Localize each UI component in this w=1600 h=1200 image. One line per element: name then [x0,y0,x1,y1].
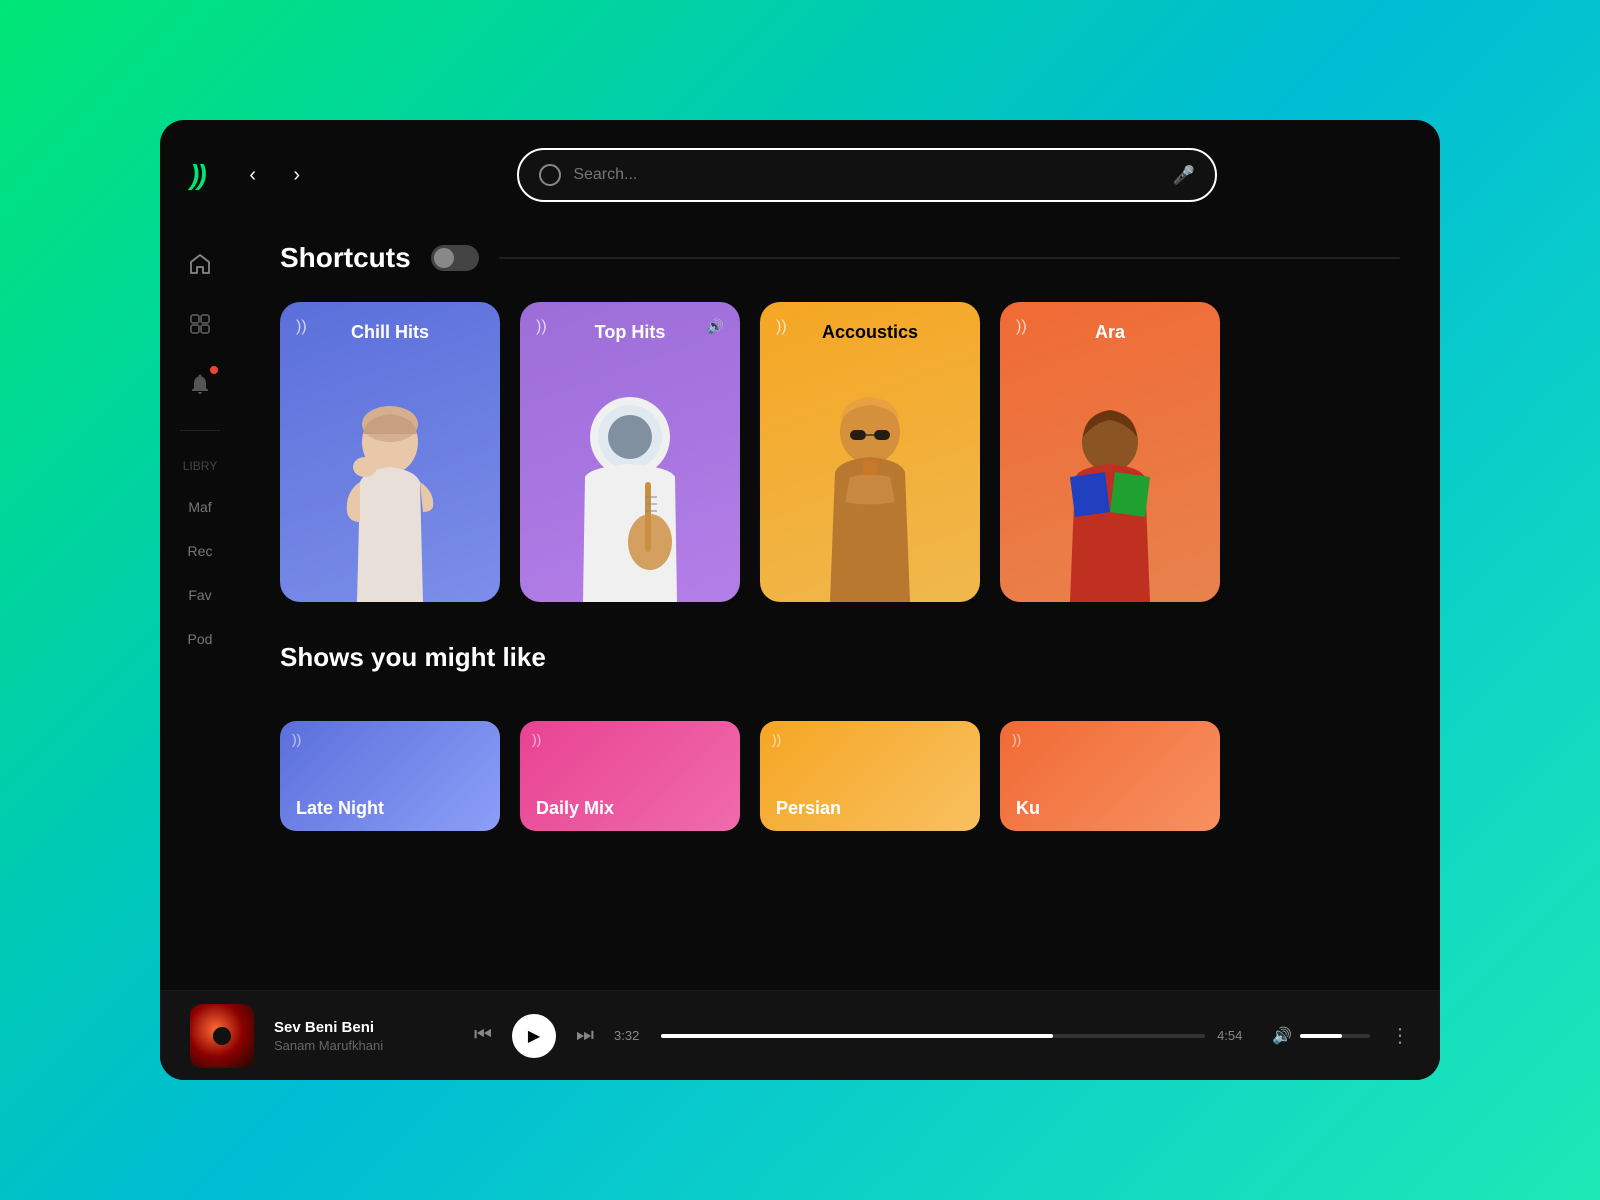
player-info: Sev Beni Beni Sanam Marufkhani [274,1019,454,1053]
sidebar-icon-browse[interactable] [178,302,222,346]
show-card-ku[interactable]: )) Ku [1000,721,1220,831]
progress-track[interactable] [661,1034,1205,1038]
shows-cards-row: )) Late Night )) Daily Mix )) Persian ))… [280,721,1400,831]
more-options-button[interactable]: ⋮ [1390,1023,1410,1048]
show-card-icon-ku: )) [1012,731,1021,747]
show-card-icon-late: )) [292,731,301,747]
sidebar-item-fav[interactable]: Fav [188,581,211,609]
volume-control: 🔊 [1272,1026,1370,1046]
content-area: Shortcuts )) Chill Hits [240,222,1440,990]
main-layout: LIBRY Maf Rec Fav Pod Shortcuts )) Chill… [160,222,1440,990]
show-card-icon-daily: )) [532,731,541,747]
card-title-chill: Chill Hits [351,322,429,343]
card-music-icon-top: )) [536,318,547,336]
show-card-label-persian: Persian [776,798,841,819]
search-bar: 🎤 [517,148,1217,202]
sidebar-icon-notifications[interactable] [178,362,222,406]
forward-button[interactable]: › [279,157,315,193]
shows-header: Shows you might like [280,642,1400,693]
nav-arrows: ‹ › [235,157,315,193]
player-progress: 3:32 4:54 [614,1028,1252,1043]
next-button[interactable]: ⏭ [576,1024,594,1047]
show-card-label-late: Late Night [296,798,384,819]
volume-fill [1300,1034,1342,1038]
search-icon [539,164,561,186]
notification-badge [210,366,218,374]
player-bar: Sev Beni Beni Sanam Marufkhani ⏮ ▶ ⏭ 3:3… [160,990,1440,1080]
prev-button[interactable]: ⏮ [474,1024,492,1047]
top-person [520,382,740,602]
player-track-name: Sev Beni Beni [274,1019,454,1036]
card-volume-icon: 🔊 [707,318,724,335]
shows-title: Shows you might like [280,642,546,673]
card-title-top: Top Hits [595,322,666,343]
top-bar: )) ‹ › 🎤 [160,120,1440,222]
card-title-acoustics: Accoustics [822,322,918,343]
shortcuts-toggle[interactable] [431,245,479,271]
logo-icon: )) [190,159,205,191]
card-music-icon-acoustics: )) [776,318,787,336]
progress-fill [661,1034,1053,1038]
show-card-daily-mix[interactable]: )) Daily Mix [520,721,740,831]
sidebar: LIBRY Maf Rec Fav Pod [160,222,240,990]
show-card-icon-persian: )) [772,731,781,747]
sidebar-item-pod[interactable]: Pod [188,625,213,653]
library-label: LIBRY [183,455,217,477]
app-window: )) ‹ › 🎤 [160,120,1440,1080]
total-time: 4:54 [1217,1028,1252,1043]
player-controls: ⏮ ▶ ⏭ [474,1014,594,1058]
play-button[interactable]: ▶ [512,1014,556,1058]
sidebar-item-rec[interactable]: Rec [188,537,213,565]
shortcuts-title: Shortcuts [280,242,411,274]
current-time: 3:32 [614,1028,649,1043]
sidebar-icon-home[interactable] [178,242,222,286]
card-top-hits[interactable]: )) 🔊 Top Hits [520,302,740,602]
chill-person [280,382,500,602]
card-music-icon-arabic: )) [1016,318,1027,336]
section-line [499,257,1400,259]
shortcuts-header: Shortcuts [280,242,1400,274]
show-card-persian[interactable]: )) Persian [760,721,980,831]
card-chill-hits[interactable]: )) Chill Hits [280,302,500,602]
player-artist-name: Sanam Marufkhani [274,1038,454,1053]
card-title-arabic: Ara [1095,322,1125,343]
mic-icon[interactable]: 🎤 [1173,165,1195,186]
card-music-icon-chill: )) [296,318,307,336]
show-card-late-night[interactable]: )) Late Night [280,721,500,831]
arabic-person [1000,382,1220,602]
acoustics-person [760,382,980,602]
player-album-art [190,1004,254,1068]
sidebar-divider [180,430,220,431]
volume-icon: 🔊 [1272,1026,1292,1046]
show-card-label-daily: Daily Mix [536,798,614,819]
volume-bar[interactable] [1300,1034,1370,1038]
shortcuts-cards-row: )) Chill Hits [280,302,1400,602]
card-acoustics[interactable]: )) Accoustics [760,302,980,602]
sidebar-item-maf[interactable]: Maf [188,493,211,521]
back-button[interactable]: ‹ [235,157,271,193]
show-card-label-ku: Ku [1016,798,1040,819]
search-input[interactable] [573,166,1161,184]
card-arabic[interactable]: )) Ara [1000,302,1220,602]
